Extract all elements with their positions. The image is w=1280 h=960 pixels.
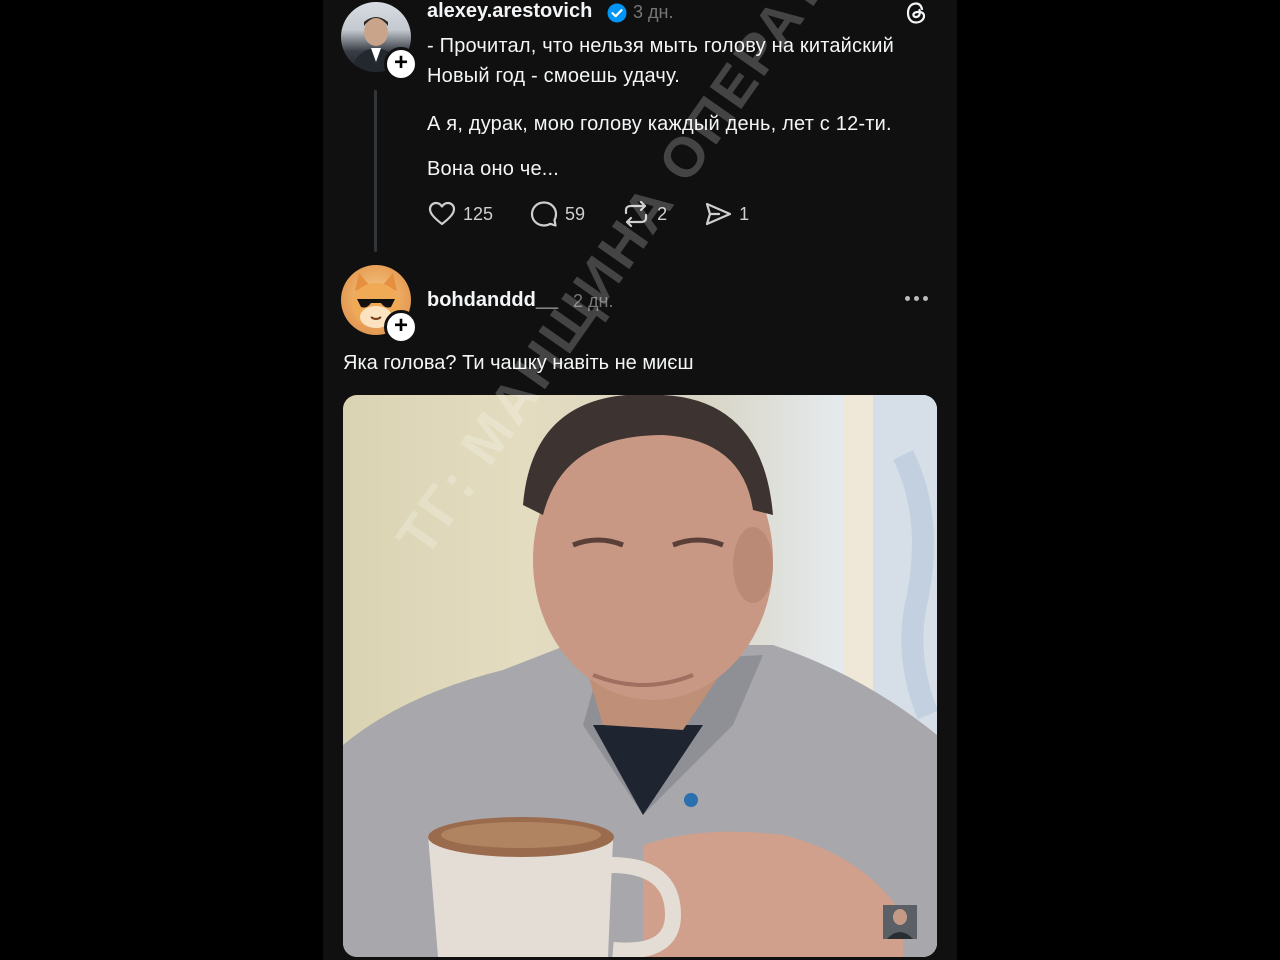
heart-icon bbox=[428, 201, 456, 226]
reply-text: Яка голова? Ти чашку навіть не миєш bbox=[343, 352, 694, 374]
like-count: 125 bbox=[463, 203, 494, 224]
comment-icon bbox=[530, 201, 558, 227]
thread-connector-line bbox=[374, 90, 377, 252]
post-author-username[interactable]: alexey.arestovich bbox=[427, 0, 592, 23]
man-drinking-coffee-image bbox=[343, 395, 937, 957]
share-icon bbox=[705, 202, 732, 226]
repost-icon bbox=[624, 200, 648, 228]
threads-logo-icon[interactable] bbox=[903, 0, 929, 26]
reply-video-frame[interactable] bbox=[343, 395, 937, 957]
post-text-line-4: Вона оно че... bbox=[427, 158, 560, 180]
more-dots-icon[interactable] bbox=[905, 296, 932, 301]
repost-count: 2 bbox=[657, 203, 668, 224]
threads-feed: + alexey.arestovich 3 дн. - Прочитал, чт… bbox=[323, 0, 957, 960]
reply-time: 2 дн. bbox=[573, 291, 614, 311]
repost-button[interactable]: 2 bbox=[621, 199, 667, 229]
post-text-line-2: Новый год - смоешь удачу. bbox=[427, 65, 680, 87]
comment-count: 59 bbox=[565, 203, 586, 224]
share-count: 1 bbox=[739, 203, 750, 224]
follow-plus-icon[interactable]: + bbox=[384, 310, 418, 344]
verified-badge-icon bbox=[607, 3, 627, 23]
like-button[interactable]: 125 bbox=[427, 199, 493, 229]
post-time: 3 дн. bbox=[633, 2, 674, 22]
reply-author-username[interactable]: bohdanddd__ bbox=[427, 289, 558, 312]
post-text-line-1: - Прочитал, что нельзя мыть голову на ки… bbox=[427, 35, 894, 57]
post-text-line-3: А я, дурак, мою голову каждый день, лет … bbox=[427, 113, 892, 135]
post-actions-bar: 125 59 2 1 bbox=[427, 199, 785, 229]
follow-plus-icon[interactable]: + bbox=[384, 47, 418, 81]
share-button[interactable]: 1 bbox=[703, 199, 749, 229]
comment-button[interactable]: 59 bbox=[529, 199, 585, 229]
